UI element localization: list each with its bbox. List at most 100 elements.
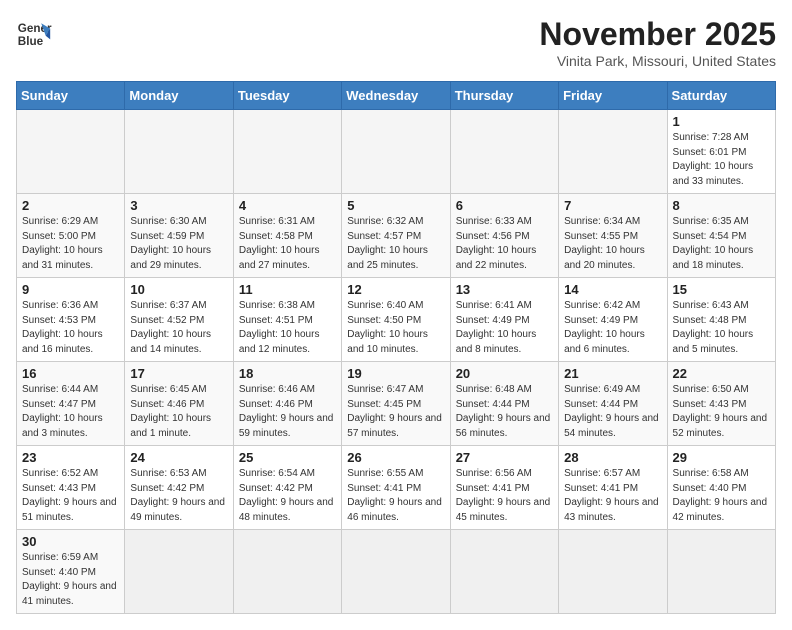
day-info: Sunrise: 6:33 AM Sunset: 4:56 PM Dayligh… — [456, 215, 553, 273]
day-number: 2 — [22, 198, 119, 213]
calendar-day-cell: 17 Sunrise: 6:45 AM Sunset: 4:46 PM Dayli… — [125, 362, 233, 446]
column-header-friday: Friday — [559, 82, 667, 110]
calendar-day-cell: 1 Sunrise: 7:28 AM Sunset: 6:01 PM Daylig… — [667, 110, 775, 194]
calendar-day-cell: 13 Sunrise: 6:41 AM Sunset: 4:49 PM Dayli… — [450, 278, 558, 362]
calendar-day-cell — [125, 530, 233, 614]
day-info: Sunrise: 6:36 AM Sunset: 4:53 PM Dayligh… — [22, 299, 119, 357]
calendar-day-cell: 3 Sunrise: 6:30 AM Sunset: 4:59 PM Daylig… — [125, 194, 233, 278]
day-info: Sunrise: 6:30 AM Sunset: 4:59 PM Dayligh… — [130, 215, 227, 273]
day-number: 3 — [130, 198, 227, 213]
calendar-day-cell: 23Sunrise: 6:52 AM Sunset: 4:43 PM Dayli… — [17, 446, 125, 530]
calendar-day-cell: 16 Sunrise: 6:44 AM Sunset: 4:47 PM Dayli… — [17, 362, 125, 446]
day-info: Sunrise: 6:53 AM Sunset: 4:42 PM Dayligh… — [130, 467, 227, 525]
day-number: 25 — [239, 450, 336, 465]
calendar-day-cell — [342, 530, 450, 614]
location-title: Vinita Park, Missouri, United States — [539, 53, 776, 69]
day-info: Sunrise: 6:49 AM Sunset: 4:44 PM Dayligh… — [564, 383, 661, 441]
calendar-week-row: 23Sunrise: 6:52 AM Sunset: 4:43 PM Dayli… — [17, 446, 776, 530]
day-info: Sunrise: 6:41 AM Sunset: 4:49 PM Dayligh… — [456, 299, 553, 357]
calendar-table: SundayMondayTuesdayWednesdayThursdayFrid… — [16, 81, 776, 614]
calendar-day-cell — [17, 110, 125, 194]
day-number: 16 — [22, 366, 119, 381]
day-info: Sunrise: 6:34 AM Sunset: 4:55 PM Dayligh… — [564, 215, 661, 273]
day-number: 27 — [456, 450, 553, 465]
day-info: Sunrise: 6:40 AM Sunset: 4:50 PM Dayligh… — [347, 299, 444, 357]
calendar-day-cell — [450, 110, 558, 194]
calendar-day-cell: 22Sunrise: 6:50 AM Sunset: 4:43 PM Dayli… — [667, 362, 775, 446]
day-info: Sunrise: 6:31 AM Sunset: 4:58 PM Dayligh… — [239, 215, 336, 273]
calendar-day-cell: 21Sunrise: 6:49 AM Sunset: 4:44 PM Dayli… — [559, 362, 667, 446]
calendar-day-cell: 5Sunrise: 6:32 AM Sunset: 4:57 PM Daylig… — [342, 194, 450, 278]
svg-text:Blue: Blue — [18, 35, 44, 48]
day-number: 19 — [347, 366, 444, 381]
calendar-day-cell: 19 Sunrise: 6:47 AM Sunset: 4:45 PM Dayli… — [342, 362, 450, 446]
day-info: Sunrise: 6:38 AM Sunset: 4:51 PM Dayligh… — [239, 299, 336, 357]
day-info: Sunrise: 6:46 AM Sunset: 4:46 PM Dayligh… — [239, 383, 336, 441]
column-header-saturday: Saturday — [667, 82, 775, 110]
calendar-week-row: 9 Sunrise: 6:36 AM Sunset: 4:53 PM Daylig… — [17, 278, 776, 362]
calendar-day-cell: 30Sunrise: 6:59 AM Sunset: 4:40 PM Dayli… — [17, 530, 125, 614]
day-number: 12 — [347, 282, 444, 297]
column-header-monday: Monday — [125, 82, 233, 110]
day-number: 9 — [22, 282, 119, 297]
header: General Blue November 2025 Vinita Park, … — [16, 16, 776, 69]
calendar-day-cell — [342, 110, 450, 194]
day-info: Sunrise: 6:47 AM Sunset: 4:45 PM Dayligh… — [347, 383, 444, 441]
day-number: 8 — [673, 198, 770, 213]
calendar-day-cell: 7 Sunrise: 6:34 AM Sunset: 4:55 PM Daylig… — [559, 194, 667, 278]
calendar-day-cell: 27 Sunrise: 6:56 AM Sunset: 4:41 PM Dayli… — [450, 446, 558, 530]
calendar-day-cell — [233, 530, 341, 614]
day-number: 29 — [673, 450, 770, 465]
calendar-day-cell: 11 Sunrise: 6:38 AM Sunset: 4:51 PM Dayli… — [233, 278, 341, 362]
logo: General Blue — [16, 16, 52, 52]
column-header-tuesday: Tuesday — [233, 82, 341, 110]
calendar-day-cell: 28 Sunrise: 6:57 AM Sunset: 4:41 PM Dayli… — [559, 446, 667, 530]
day-number: 7 — [564, 198, 661, 213]
day-number: 11 — [239, 282, 336, 297]
calendar-day-cell — [233, 110, 341, 194]
calendar-day-cell: 25Sunrise: 6:54 AM Sunset: 4:42 PM Dayli… — [233, 446, 341, 530]
month-title: November 2025 — [539, 16, 776, 53]
calendar-day-cell: 8 Sunrise: 6:35 AM Sunset: 4:54 PM Daylig… — [667, 194, 775, 278]
day-number: 1 — [673, 114, 770, 129]
day-number: 10 — [130, 282, 227, 297]
day-number: 22 — [673, 366, 770, 381]
day-info: Sunrise: 6:29 AM Sunset: 5:00 PM Dayligh… — [22, 215, 119, 273]
day-number: 13 — [456, 282, 553, 297]
day-info: Sunrise: 6:42 AM Sunset: 4:49 PM Dayligh… — [564, 299, 661, 357]
calendar-day-cell: 26Sunrise: 6:55 AM Sunset: 4:41 PM Dayli… — [342, 446, 450, 530]
calendar-day-cell — [559, 530, 667, 614]
day-info: Sunrise: 6:57 AM Sunset: 4:41 PM Dayligh… — [564, 467, 661, 525]
day-number: 17 — [130, 366, 227, 381]
day-number: 14 — [564, 282, 661, 297]
day-number: 20 — [456, 366, 553, 381]
calendar-day-cell: 10 Sunrise: 6:37 AM Sunset: 4:52 PM Dayli… — [125, 278, 233, 362]
day-number: 28 — [564, 450, 661, 465]
day-info: Sunrise: 6:44 AM Sunset: 4:47 PM Dayligh… — [22, 383, 119, 441]
calendar-day-cell: 4Sunrise: 6:31 AM Sunset: 4:58 PM Daylig… — [233, 194, 341, 278]
day-number: 24 — [130, 450, 227, 465]
day-info: Sunrise: 6:56 AM Sunset: 4:41 PM Dayligh… — [456, 467, 553, 525]
day-info: Sunrise: 6:58 AM Sunset: 4:40 PM Dayligh… — [673, 467, 770, 525]
day-info: Sunrise: 6:45 AM Sunset: 4:46 PM Dayligh… — [130, 383, 227, 441]
header-row: SundayMondayTuesdayWednesdayThursdayFrid… — [17, 82, 776, 110]
day-info: Sunrise: 6:48 AM Sunset: 4:44 PM Dayligh… — [456, 383, 553, 441]
calendar-week-row: 16 Sunrise: 6:44 AM Sunset: 4:47 PM Dayli… — [17, 362, 776, 446]
calendar-day-cell: 29 Sunrise: 6:58 AM Sunset: 4:40 PM Dayli… — [667, 446, 775, 530]
day-info: Sunrise: 6:59 AM Sunset: 4:40 PM Dayligh… — [22, 551, 119, 609]
column-header-wednesday: Wednesday — [342, 82, 450, 110]
day-info: Sunrise: 6:43 AM Sunset: 4:48 PM Dayligh… — [673, 299, 770, 357]
calendar-day-cell — [559, 110, 667, 194]
day-info: Sunrise: 6:35 AM Sunset: 4:54 PM Dayligh… — [673, 215, 770, 273]
day-info: Sunrise: 6:32 AM Sunset: 4:57 PM Dayligh… — [347, 215, 444, 273]
calendar-day-cell — [450, 530, 558, 614]
calendar-day-cell: 18 Sunrise: 6:46 AM Sunset: 4:46 PM Dayli… — [233, 362, 341, 446]
column-header-thursday: Thursday — [450, 82, 558, 110]
day-number: 23 — [22, 450, 119, 465]
day-info: Sunrise: 6:37 AM Sunset: 4:52 PM Dayligh… — [130, 299, 227, 357]
day-number: 6 — [456, 198, 553, 213]
day-number: 18 — [239, 366, 336, 381]
calendar-week-row: 30Sunrise: 6:59 AM Sunset: 4:40 PM Dayli… — [17, 530, 776, 614]
day-info: Sunrise: 7:28 AM Sunset: 6:01 PM Dayligh… — [673, 131, 770, 189]
calendar-day-cell — [667, 530, 775, 614]
